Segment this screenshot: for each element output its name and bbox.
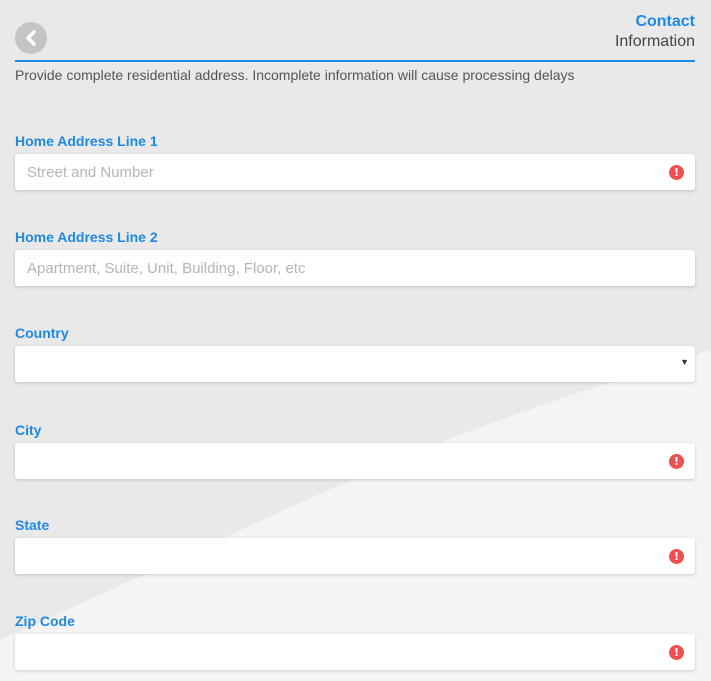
address-line-2-input[interactable]: [15, 250, 695, 286]
country-select[interactable]: [15, 346, 695, 382]
state-input[interactable]: [15, 538, 695, 574]
instructions-text: Provide complete residential address. In…: [15, 67, 575, 83]
address-line-2-label: Home Address Line 2: [15, 229, 158, 245]
address-line-1-box: !: [15, 154, 695, 190]
error-icon: !: [669, 549, 684, 564]
error-icon: !: [669, 165, 684, 180]
address-line-2-box: [15, 250, 695, 286]
error-icon: !: [669, 454, 684, 469]
error-icon: !: [669, 645, 684, 660]
zip-code-input[interactable]: [15, 634, 695, 670]
address-line-1-input[interactable]: [15, 154, 695, 190]
zip-code-group: Zip Code !: [15, 612, 695, 670]
zip-code-box: !: [15, 634, 695, 670]
city-label: City: [15, 422, 42, 438]
chevron-left-icon: [26, 30, 36, 46]
address-line-1-group: Home Address Line 1 !: [15, 132, 695, 190]
page-title-sub: Information: [614, 33, 695, 50]
state-label: State: [15, 517, 50, 533]
state-group: State !: [15, 516, 695, 574]
address-line-2-group: Home Address Line 2: [15, 228, 695, 286]
country-group: Country ▼: [15, 324, 695, 382]
page-title: Contact Information: [615, 12, 695, 52]
zip-code-label: Zip Code: [15, 613, 75, 629]
city-box: !: [15, 443, 695, 479]
back-button[interactable]: [15, 22, 47, 54]
country-label: Country: [15, 325, 69, 341]
city-input[interactable]: [15, 443, 695, 479]
city-group: City !: [15, 421, 695, 479]
country-box: ▼: [15, 346, 695, 382]
page-header: Contact Information: [15, 10, 695, 62]
address-line-1-label: Home Address Line 1: [15, 133, 158, 149]
page-title-main: Contact: [635, 13, 695, 30]
state-box: !: [15, 538, 695, 574]
